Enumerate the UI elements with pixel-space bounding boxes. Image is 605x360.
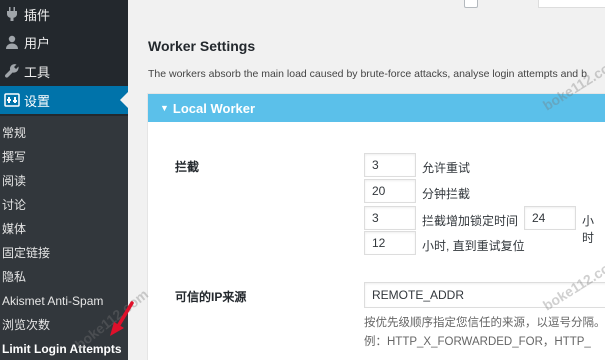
section-title: Worker Settings (148, 38, 256, 54)
retries-reset-input[interactable]: 12 (364, 231, 416, 255)
submenu-item-reading[interactable]: 阅读 (2, 174, 26, 188)
trusted-ip-help-line1: 按优先级顺序指定您信任的来源，以逗号分隔。 (364, 317, 605, 329)
menu-label: 设置 (24, 93, 51, 109)
submenu-item-privacy[interactable]: 隐私 (2, 270, 26, 284)
submenu-item-discussion[interactable]: 讨论 (2, 198, 26, 212)
users-icon (0, 34, 24, 50)
top-input[interactable] (538, 0, 605, 8)
settings-icon (0, 92, 24, 108)
lockout-minutes-unit: 分钟拦截 (422, 187, 471, 201)
submenu-item-general[interactable]: 常规 (2, 126, 26, 140)
menu-item-settings[interactable]: 设置 (0, 86, 128, 114)
submenu-item-media[interactable]: 媒体 (2, 222, 26, 236)
menu-item-tools[interactable]: 工具 (0, 57, 128, 85)
tools-icon (0, 63, 24, 79)
lockout-hours-unit: 小时 (582, 214, 595, 245)
menu-item-plugins[interactable]: 插件 (0, 0, 128, 28)
allowed-retries-input[interactable]: 3 (364, 153, 416, 177)
retries-reset-unit: 小时, 直到重试复位 (422, 239, 525, 253)
submenu-item-limit-login[interactable]: Limit Login Attempts (2, 342, 122, 356)
lockout-label: 拦截 (175, 160, 200, 174)
section-description: The workers absorb the main load caused … (148, 68, 587, 80)
top-clipped-row (128, 0, 605, 12)
submenu-item-permalinks[interactable]: 固定链接 (2, 246, 50, 260)
menu-item-users[interactable]: 用户 (0, 28, 128, 56)
panel-header[interactable]: ▼ Local Worker (148, 94, 605, 122)
top-checkbox[interactable] (464, 0, 478, 8)
lockout-hours-input[interactable]: 24 (524, 206, 576, 230)
allowed-retries-unit: 允许重试 (422, 161, 471, 175)
submenu-item-writing[interactable]: 撰写 (2, 150, 26, 164)
submenu-item-akismet[interactable]: Akismet Anti-Spam (2, 294, 103, 308)
red-arrow-icon (110, 301, 134, 336)
menu-label: 工具 (24, 64, 51, 80)
trusted-ip-label: 可信的IP来源 (175, 290, 247, 304)
menu-label: 插件 (24, 7, 51, 23)
lockouts-increase-input[interactable]: 3 (364, 206, 416, 230)
plugins-icon (0, 6, 24, 22)
trusted-ip-help-line2: 例：HTTP_X_FORWARDED_FOR，HTTP_ (364, 336, 591, 348)
submenu-item-views[interactable]: 浏览次数 (2, 318, 50, 332)
panel-title: Local Worker (172, 100, 256, 116)
menu-label: 用户 (24, 35, 51, 51)
lockout-minutes-input[interactable]: 20 (364, 179, 416, 203)
lockouts-increase-unit: 拦截增加锁定时间 (422, 214, 519, 228)
caret-down-icon: ▼ (160, 103, 169, 113)
